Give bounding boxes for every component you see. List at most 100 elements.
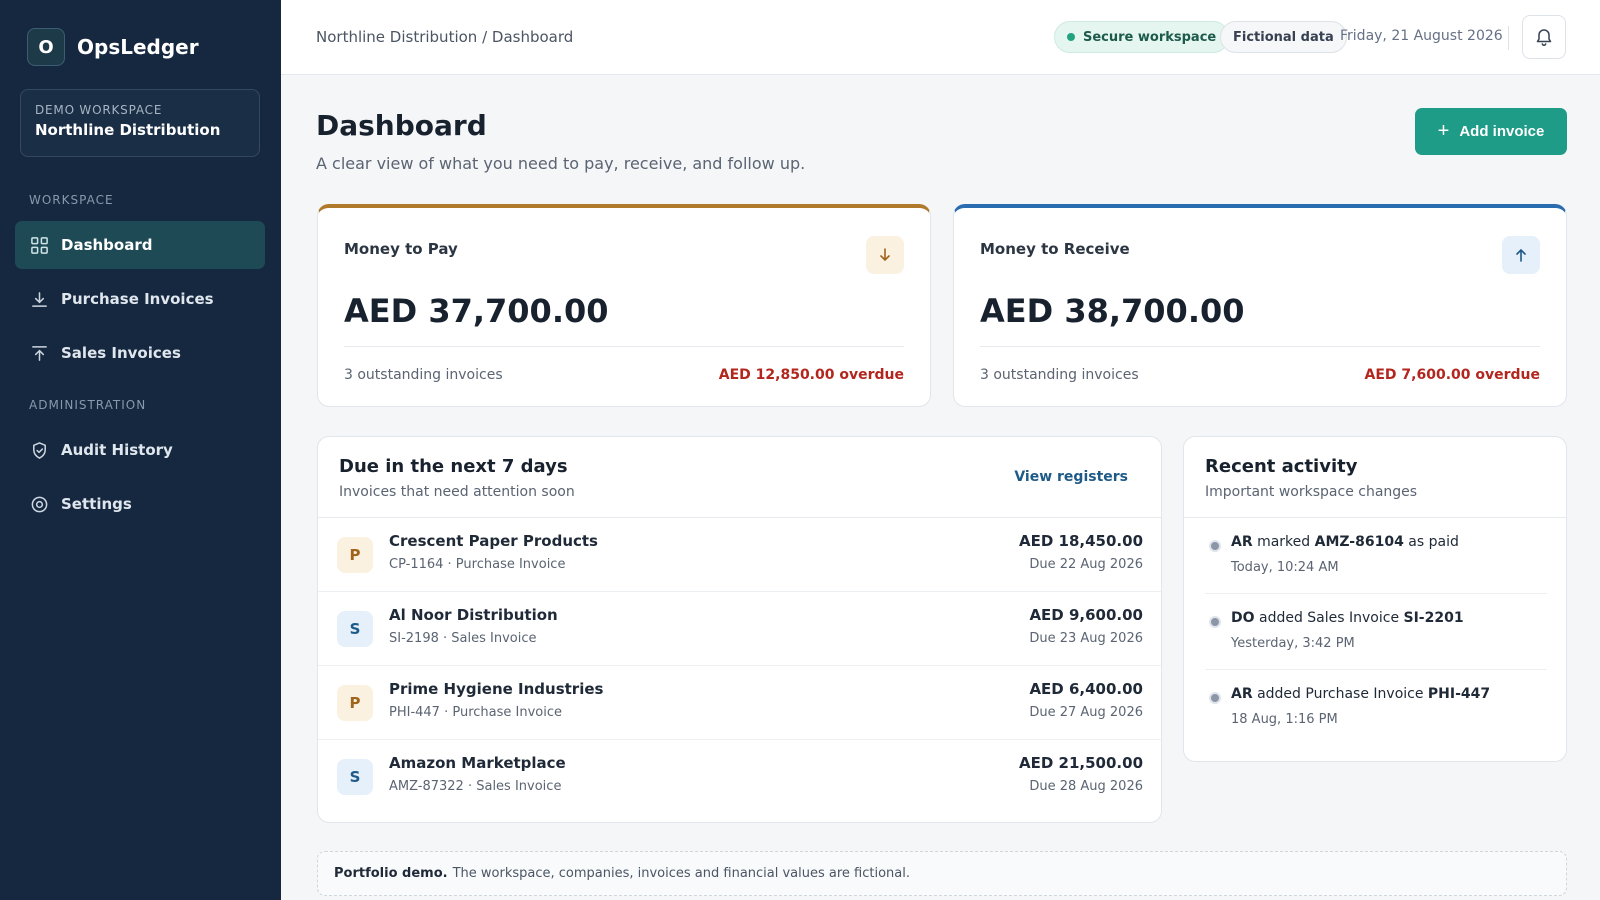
add-invoice-label: Add invoice (1459, 123, 1545, 140)
invoice-type-badge: P (337, 685, 373, 721)
money-to-receive-count: 3 outstanding invoices (980, 367, 1139, 383)
invoice-type-badge: P (337, 537, 373, 573)
logo-icon: O (27, 28, 65, 66)
money-to-receive-card: Money to Receive AED 38,700.00 3 outstan… (953, 204, 1567, 407)
invoice-due-date: Due 22 Aug 2026 (1029, 557, 1143, 572)
recent-activity-header: Recent activity Important workspace chan… (1184, 437, 1566, 518)
sidebar-item-settings[interactable]: Settings (15, 480, 265, 528)
gear-icon (29, 494, 49, 514)
invoice-type-badge: S (337, 759, 373, 795)
activity-time: Today, 10:24 AM (1231, 560, 1339, 575)
due-soon-card: Due in the next 7 days Invoices that nee… (317, 436, 1162, 823)
invoice-amount: AED 18,450.00 (1019, 532, 1143, 550)
add-invoice-button[interactable]: + Add invoice (1415, 108, 1567, 155)
money-to-receive-title: Money to Receive (980, 240, 1130, 258)
activity-time: 18 Aug, 1:16 PM (1231, 712, 1338, 727)
invoice-amount: AED 21,500.00 (1019, 754, 1143, 772)
activity-action: marked (1257, 534, 1311, 550)
grid-icon (29, 235, 49, 255)
counterparty-name: Al Noor Distribution (389, 606, 558, 624)
invoice-meta: CP-1164 · Purchase Invoice (389, 557, 566, 572)
workspace-name: Northline Distribution (35, 121, 221, 139)
download-icon (29, 289, 49, 309)
timeline-dot-icon (1209, 540, 1221, 552)
list-item: AR marked AMZ-86104 as paid Today, 10:24… (1205, 518, 1547, 594)
view-registers-link[interactable]: View registers (1014, 469, 1128, 485)
nav-section-workspace: WORKSPACE (29, 193, 114, 207)
money-to-receive-amount: AED 38,700.00 (980, 292, 1245, 330)
recent-activity-card: Recent activity Important workspace chan… (1183, 436, 1567, 762)
money-to-pay-title: Money to Pay (344, 240, 458, 258)
activity-user: DO (1231, 610, 1255, 626)
plus-icon: + (1437, 120, 1450, 142)
topbar-divider (1508, 26, 1509, 50)
sidebar-item-label: Purchase Invoices (61, 290, 214, 308)
notifications-button[interactable] (1522, 15, 1566, 59)
page-title: Dashboard (316, 109, 487, 142)
invoice-due-date: Due 27 Aug 2026 (1029, 705, 1143, 720)
secure-workspace-badge: Secure workspace (1054, 21, 1230, 53)
portfolio-demo-notice: Portfolio demo. The workspace, companies… (317, 851, 1567, 896)
breadcrumb: Northline Distribution / Dashboard (316, 28, 574, 46)
invoice-meta: SI-2198 · Sales Invoice (389, 631, 537, 646)
sidebar-item-sales-invoices[interactable]: Sales Invoices (15, 329, 265, 377)
invoice-meta: PHI-447 · Purchase Invoice (389, 705, 562, 720)
sidebar-item-label: Audit History (61, 441, 173, 459)
notice-text: The workspace, companies, invoices and f… (452, 866, 911, 881)
invoice-amount: AED 9,600.00 (1029, 606, 1143, 624)
table-row[interactable]: S Al Noor Distribution SI-2198 · Sales I… (318, 592, 1161, 666)
nav-section-administration: ADMINISTRATION (29, 398, 147, 412)
recent-activity-title: Recent activity (1205, 456, 1358, 477)
table-row[interactable]: P Crescent Paper Products CP-1164 · Purc… (318, 518, 1161, 592)
sidebar-item-label: Dashboard (61, 236, 153, 254)
sidebar-item-dashboard[interactable]: Dashboard (15, 221, 265, 269)
timeline-dot-icon (1209, 616, 1221, 628)
invoice-due-date: Due 28 Aug 2026 (1029, 779, 1143, 794)
activity-ref: PHI-447 (1427, 686, 1491, 702)
due-soon-header: Due in the next 7 days Invoices that nee… (318, 437, 1161, 518)
money-to-pay-card: Money to Pay AED 37,700.00 3 outstanding… (317, 204, 931, 407)
sidebar-item-label: Sales Invoices (61, 344, 181, 362)
page-subtitle: A clear view of what you need to pay, re… (316, 154, 806, 173)
divider (344, 346, 904, 347)
activity-ref: SI-2201 (1403, 610, 1464, 626)
activity-user: AR (1231, 534, 1253, 550)
app-name: OpsLedger (77, 35, 199, 59)
sidebar-item-purchase-invoices[interactable]: Purchase Invoices (15, 275, 265, 323)
fictional-data-badge: Fictional data (1220, 21, 1347, 53)
list-item: DO added Sales Invoice SI-2201 Yesterday… (1205, 594, 1547, 670)
activity-text: DO added Sales Invoice SI-2201 (1231, 610, 1464, 626)
activity-suffix: as paid (1408, 534, 1459, 550)
invoice-type-badge: S (337, 611, 373, 647)
arrow-up-icon (1502, 236, 1540, 274)
shield-icon (29, 440, 49, 460)
activity-user: AR (1231, 686, 1253, 702)
status-dot-icon (1067, 33, 1075, 41)
activity-text: AR marked AMZ-86104 as paid (1231, 534, 1459, 550)
invoice-due-date: Due 23 Aug 2026 (1029, 631, 1143, 646)
workspace-label: DEMO WORKSPACE (35, 103, 163, 117)
brand[interactable]: O OpsLedger (27, 28, 199, 66)
counterparty-name: Prime Hygiene Industries (389, 680, 604, 698)
activity-action: added Sales Invoice (1258, 610, 1400, 626)
secure-workspace-label: Secure workspace (1083, 29, 1217, 45)
workspace-switcher[interactable]: DEMO WORKSPACE Northline Distribution (20, 89, 260, 157)
due-soon-subtitle: Invoices that need attention soon (339, 484, 575, 500)
topbar: Northline Distribution / Dashboard Secur… (281, 0, 1600, 75)
counterparty-name: Crescent Paper Products (389, 532, 598, 550)
activity-ref: AMZ-86104 (1314, 534, 1404, 550)
sidebar: O OpsLedger DEMO WORKSPACE Northline Dis… (0, 0, 281, 900)
table-row[interactable]: S Amazon Marketplace AMZ-87322 · Sales I… (318, 740, 1161, 814)
bell-icon (1534, 27, 1554, 47)
sidebar-item-audit-history[interactable]: Audit History (15, 426, 265, 474)
table-row[interactable]: P Prime Hygiene Industries PHI-447 · Pur… (318, 666, 1161, 740)
notice-strong: Portfolio demo. (334, 866, 448, 881)
money-to-pay-count: 3 outstanding invoices (344, 367, 503, 383)
activity-text: AR added Purchase Invoice PHI-447 (1231, 686, 1490, 702)
current-date: Friday, 21 August 2026 (1340, 28, 1503, 44)
invoice-amount: AED 6,400.00 (1029, 680, 1143, 698)
list-item: AR added Purchase Invoice PHI-447 18 Aug… (1205, 670, 1547, 746)
money-to-pay-amount: AED 37,700.00 (344, 292, 609, 330)
sidebar-item-label: Settings (61, 495, 132, 513)
timeline-dot-icon (1209, 692, 1221, 704)
